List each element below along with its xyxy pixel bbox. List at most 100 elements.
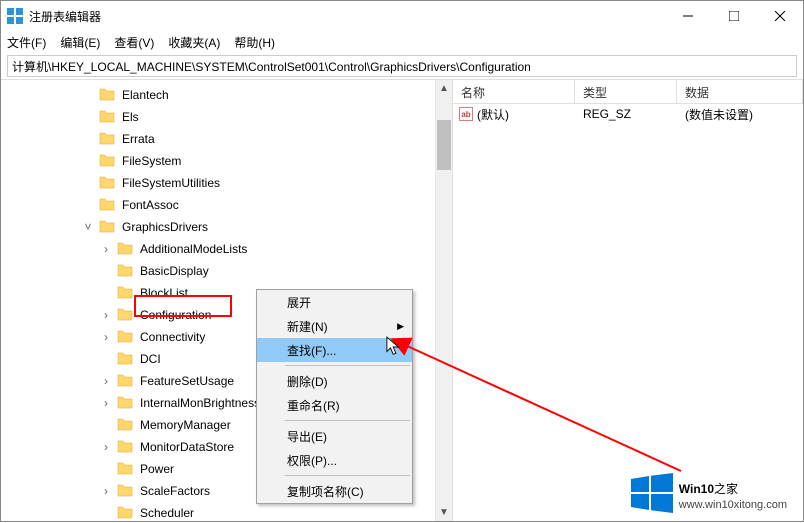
- expand-icon[interactable]: ›: [99, 484, 113, 498]
- watermark: Win10之家 www.win10xitong.com: [631, 473, 787, 513]
- folder-icon: [113, 417, 137, 434]
- ctx-separator: [285, 365, 410, 366]
- folder-icon: [95, 87, 119, 104]
- watermark-text: Win10之家 www.win10xitong.com: [679, 476, 787, 511]
- column-data[interactable]: 数据: [677, 80, 803, 103]
- tree-scrollbar[interactable]: ▲ ▼: [435, 80, 452, 521]
- folder-icon: [113, 439, 137, 456]
- folder-icon: [113, 263, 137, 280]
- ctx-expand-label: 展开: [287, 294, 311, 311]
- tree-item-label: Els: [119, 109, 142, 125]
- list-header: 名称 类型 数据: [453, 80, 803, 104]
- value-data: (数值未设置): [677, 106, 803, 123]
- ctx-rename[interactable]: 重命名(R): [257, 393, 412, 417]
- folder-icon: [113, 395, 137, 412]
- ctx-new-label: 新建(N): [287, 318, 328, 335]
- tree-item[interactable]: FileSystemUtilities: [1, 172, 452, 194]
- folder-icon: [113, 241, 137, 258]
- watermark-brand: Win10: [679, 482, 714, 496]
- tree-item[interactable]: Els: [1, 106, 452, 128]
- ctx-permissions-label: 权限(P)...: [287, 452, 337, 469]
- tree-item-label: FileSystem: [119, 153, 184, 169]
- close-button[interactable]: [757, 1, 803, 31]
- window-controls: [665, 1, 803, 31]
- context-menu: 展开 新建(N)▶ 查找(F)... 删除(D) 重命名(R) 导出(E) 权限…: [256, 289, 413, 504]
- menu-help[interactable]: 帮助(H): [234, 34, 275, 51]
- tree-item-label: FileSystemUtilities: [119, 175, 223, 191]
- folder-icon: [113, 285, 137, 302]
- minimize-button[interactable]: [665, 1, 711, 31]
- value-name: (默认): [477, 106, 509, 123]
- folder-icon: [113, 461, 137, 478]
- tree-item[interactable]: Errata: [1, 128, 452, 150]
- tree-item-label: Configuration: [137, 307, 214, 323]
- maximize-button[interactable]: [711, 1, 757, 31]
- address-path: 计算机\HKEY_LOCAL_MACHINE\SYSTEM\ControlSet…: [12, 58, 531, 75]
- column-name[interactable]: 名称: [453, 80, 575, 103]
- folder-icon: [95, 131, 119, 148]
- folder-icon: [113, 483, 137, 500]
- tree-item[interactable]: Elantech: [1, 84, 452, 106]
- ctx-expand[interactable]: 展开: [257, 290, 412, 314]
- folder-icon: [113, 329, 137, 346]
- tree-item-label: InternalMonBrightness: [137, 395, 263, 411]
- tree-item-label: Errata: [119, 131, 158, 147]
- expand-icon[interactable]: ›: [99, 374, 113, 388]
- ctx-find-label: 查找(F)...: [287, 342, 336, 359]
- tree-item-label: Elantech: [119, 87, 172, 103]
- folder-icon: [95, 175, 119, 192]
- ctx-rename-label: 重命名(R): [287, 397, 340, 414]
- watermark-url: www.win10xitong.com: [679, 499, 787, 511]
- menu-file[interactable]: 文件(F): [7, 34, 46, 51]
- tree-item[interactable]: BasicDisplay: [1, 260, 452, 282]
- list-rows: ab(默认)REG_SZ(数值未设置): [453, 104, 803, 124]
- scroll-down-icon[interactable]: ▼: [436, 504, 452, 521]
- tree-item-label: GraphicsDrivers: [119, 219, 211, 235]
- tree-item-label: MemoryManager: [137, 417, 234, 433]
- expand-icon[interactable]: ›: [99, 440, 113, 454]
- value-type: REG_SZ: [575, 107, 677, 121]
- menu-view[interactable]: 查看(V): [114, 34, 154, 51]
- tree-item-label: Scheduler: [137, 505, 197, 521]
- scroll-thumb[interactable]: [437, 120, 451, 170]
- tree-item[interactable]: FontAssoc: [1, 194, 452, 216]
- folder-icon: [95, 109, 119, 126]
- column-type[interactable]: 类型: [575, 80, 677, 103]
- ctx-copy-key-name[interactable]: 复制项名称(C): [257, 479, 412, 503]
- menu-edit[interactable]: 编辑(E): [60, 34, 100, 51]
- ctx-permissions[interactable]: 权限(P)...: [257, 448, 412, 472]
- tree-item-label: ScaleFactors: [137, 483, 213, 499]
- ctx-delete[interactable]: 删除(D): [257, 369, 412, 393]
- tree-item-label: Power: [137, 461, 177, 477]
- list-row[interactable]: ab(默认)REG_SZ(数值未设置): [453, 104, 803, 124]
- tree-item[interactable]: FileSystem: [1, 150, 452, 172]
- folder-icon: [95, 197, 119, 214]
- app-icon: [7, 8, 23, 24]
- ctx-export[interactable]: 导出(E): [257, 424, 412, 448]
- folder-icon: [113, 351, 137, 368]
- list-pane: 名称 类型 数据 ab(默认)REG_SZ(数值未设置): [453, 80, 803, 521]
- tree-item-label: BlockList: [137, 285, 191, 301]
- tree-item[interactable]: ˅ GraphicsDrivers: [1, 216, 452, 238]
- tree-item-label: FeatureSetUsage: [137, 373, 237, 389]
- collapse-icon[interactable]: ˅: [81, 220, 95, 234]
- cursor-icon: [386, 336, 404, 358]
- tree-item[interactable]: Scheduler: [1, 502, 452, 521]
- expand-icon[interactable]: ›: [99, 396, 113, 410]
- menu-favorites[interactable]: 收藏夹(A): [168, 34, 220, 51]
- tree-item[interactable]: › AdditionalModeLists: [1, 238, 452, 260]
- address-bar[interactable]: 计算机\HKEY_LOCAL_MACHINE\SYSTEM\ControlSet…: [7, 55, 797, 77]
- tree-item-label: Connectivity: [137, 329, 208, 345]
- ctx-separator: [285, 420, 410, 421]
- tree-item-label: AdditionalModeLists: [137, 241, 250, 257]
- tree-item-label: MonitorDataStore: [137, 439, 237, 455]
- expand-icon[interactable]: ›: [99, 308, 113, 322]
- window-title: 注册表编辑器: [29, 8, 665, 25]
- ctx-separator: [285, 475, 410, 476]
- ctx-new[interactable]: 新建(N)▶: [257, 314, 412, 338]
- folder-icon: [95, 153, 119, 170]
- scroll-up-icon[interactable]: ▲: [436, 80, 452, 97]
- expand-icon[interactable]: ›: [99, 330, 113, 344]
- tree-item-label: DCI: [137, 351, 164, 367]
- expand-icon[interactable]: ›: [99, 242, 113, 256]
